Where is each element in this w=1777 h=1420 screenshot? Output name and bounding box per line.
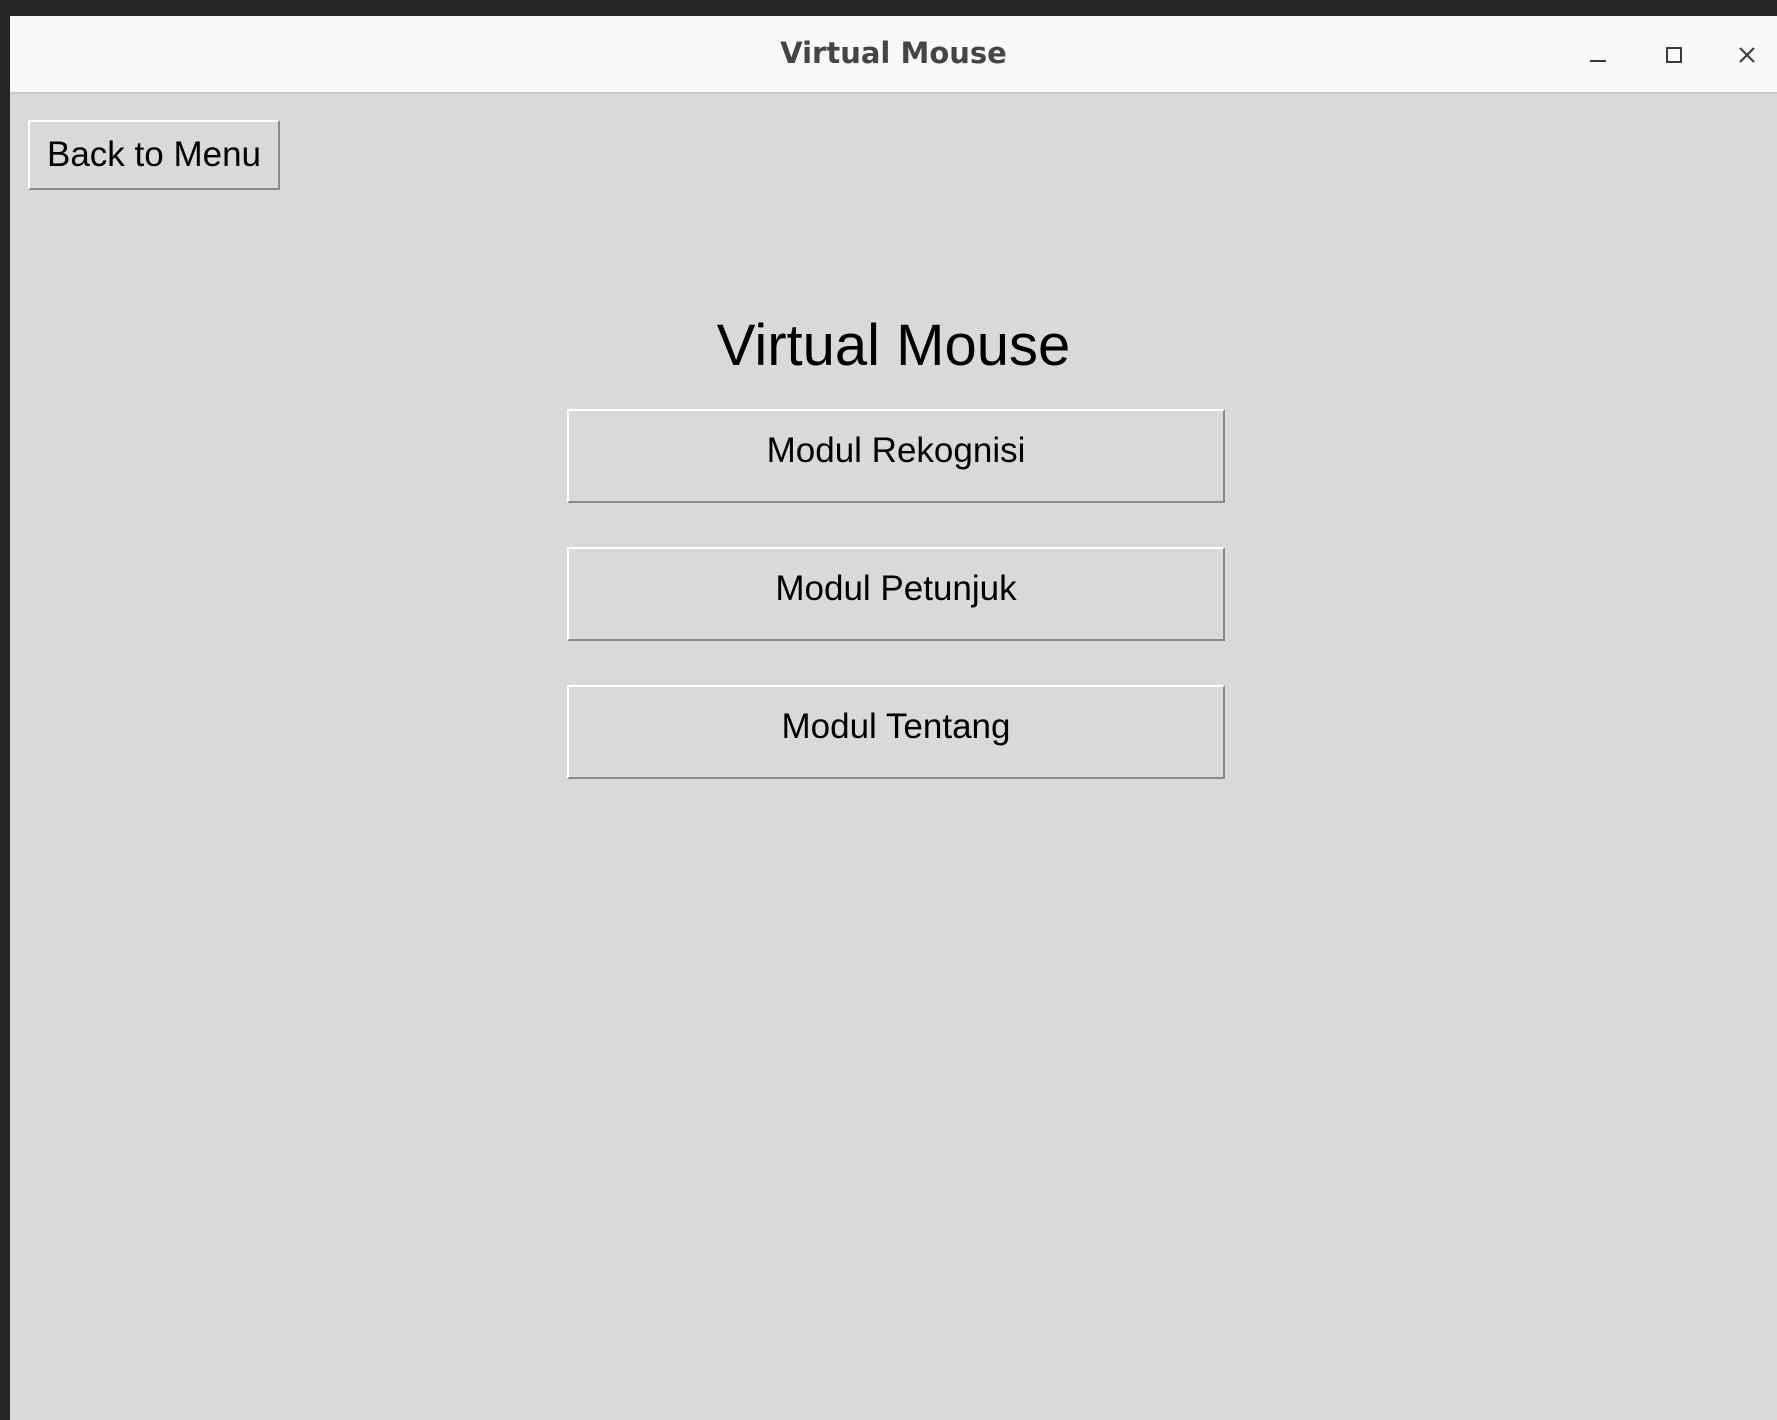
minimize-icon [1590,60,1606,62]
modul-rekognisi-button[interactable]: Modul Rekognisi [567,409,1225,503]
modul-petunjuk-button[interactable]: Modul Petunjuk [567,547,1225,641]
back-to-menu-button[interactable]: Back to Menu [28,120,280,190]
close-button[interactable] [1720,28,1774,82]
maximize-icon [1666,47,1682,63]
minimize-button[interactable] [1571,28,1625,82]
close-icon [1739,47,1755,63]
title-bar[interactable]: Virtual Mouse [10,16,1777,94]
maximize-button[interactable] [1647,28,1701,82]
modul-tentang-button[interactable]: Modul Tentang [567,685,1225,779]
page-title: Virtual Mouse [716,313,1071,378]
app-window: Virtual Mouse Back to Menu Virtual Mouse… [10,16,1777,1420]
window-title: Virtual Mouse [780,36,1007,70]
